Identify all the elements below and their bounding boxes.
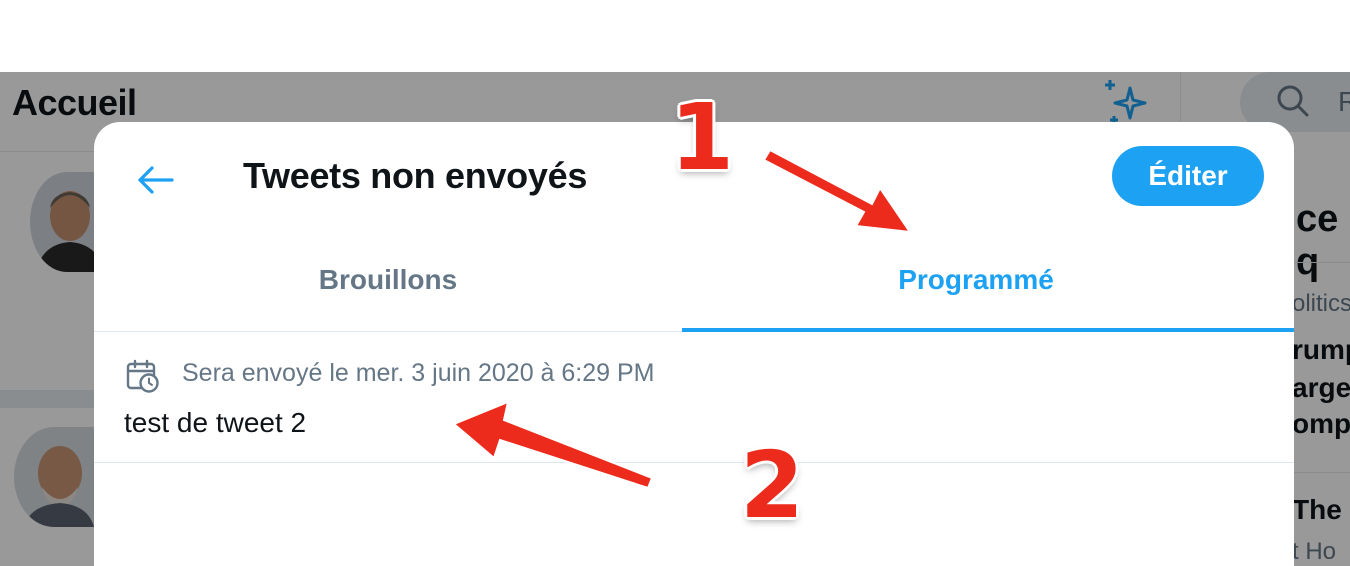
edit-button[interactable]: Éditer: [1112, 146, 1264, 206]
calendar-clock-icon: [126, 359, 159, 393]
tab-scheduled[interactable]: Programmé: [682, 232, 1270, 332]
tab-drafts[interactable]: Brouillons: [94, 232, 682, 332]
schedule-time: Sera envoyé le mer. 3 juin 2020 à 6:29 P…: [182, 359, 655, 387]
back-arrow-icon[interactable]: [134, 158, 178, 202]
tab-bar: Brouillons Programmé: [94, 232, 1294, 332]
annotation-step-2: 2: [740, 432, 805, 539]
modal-title: Tweets non envoyés: [243, 155, 588, 196]
active-tab-indicator: [682, 328, 1294, 332]
tweet-text: test de tweet 2: [124, 407, 307, 438]
annotation-step-1: 1: [670, 84, 735, 191]
list-item[interactable]: Sera envoyé le mer. 3 juin 2020 à 6:29 P…: [94, 333, 1294, 463]
